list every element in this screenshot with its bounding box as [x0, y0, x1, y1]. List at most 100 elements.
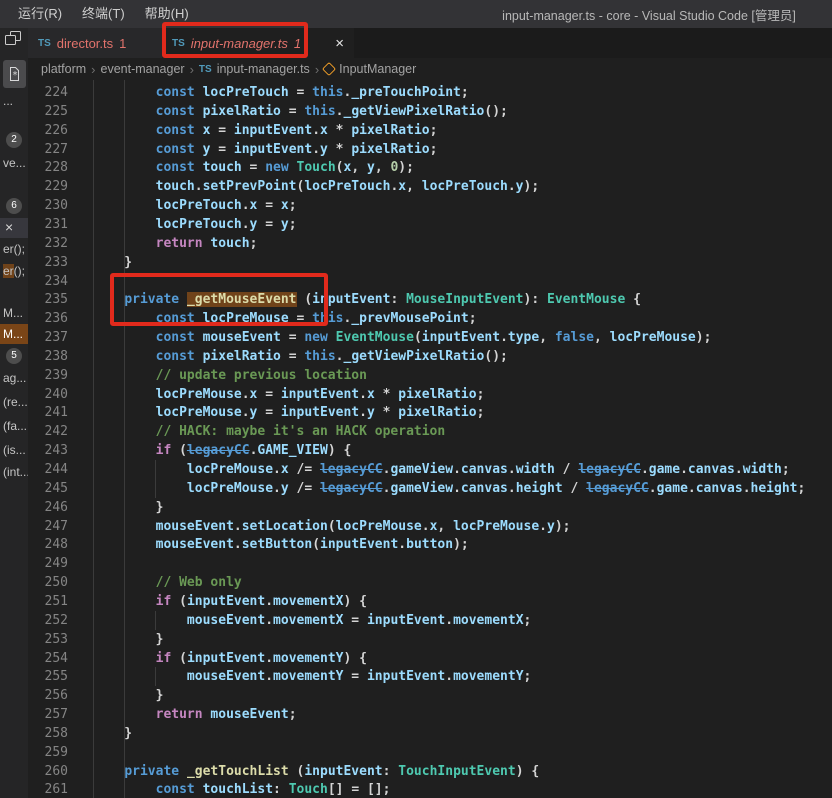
code-line-226[interactable]: 226 const x = inputEvent.x * pixelRatio; [28, 121, 832, 140]
line-number[interactable]: 246 [28, 498, 68, 517]
selected-result-fragment[interactable]: M... [0, 324, 28, 344]
code-line-257[interactable]: 257 return mouseEvent; [28, 705, 832, 724]
code-line-249[interactable]: 249 [28, 554, 832, 573]
code-line-239[interactable]: 239 // update previous location [28, 366, 832, 385]
line-number[interactable]: 234 [28, 272, 68, 291]
line-number[interactable]: 240 [28, 385, 68, 404]
close-icon[interactable]: × [0, 218, 28, 238]
line-number[interactable]: 237 [28, 328, 68, 347]
line-number[interactable]: 256 [28, 686, 68, 705]
code-line-246[interactable]: 246 } [28, 498, 832, 517]
menu-item-help[interactable]: 帮助(H) [135, 0, 199, 28]
code-line-229[interactable]: 229 touch.setPrevPoint(locPreTouch.x, lo… [28, 177, 832, 196]
code-line-240[interactable]: 240 locPreMouse.x = inputEvent.x * pixel… [28, 385, 832, 404]
line-number[interactable]: 236 [28, 309, 68, 328]
new-search-editor-icon[interactable]: * [3, 60, 26, 88]
code-line-244[interactable]: 244 locPreMouse.x /= legacyCC.gameView.c… [28, 460, 832, 479]
code-line-237[interactable]: 237 const mouseEvent = new EventMouse(in… [28, 328, 832, 347]
code-line-233[interactable]: 233 } [28, 253, 832, 272]
line-number[interactable]: 258 [28, 724, 68, 743]
line-number[interactable]: 250 [28, 573, 68, 592]
tab-director[interactable]: TS director.ts 1 [28, 28, 162, 58]
code-line-254[interactable]: 254 if (inputEvent.movementY) { [28, 649, 832, 668]
code-line-234[interactable]: 234 [28, 272, 832, 291]
code-line-258[interactable]: 258 } [28, 724, 832, 743]
code-line-232[interactable]: 232 return touch; [28, 234, 832, 253]
code-line-236[interactable]: 236 const locPreMouse = this._prevMouseP… [28, 309, 832, 328]
search-result-fragment[interactable]: (int... [3, 465, 28, 479]
line-number[interactable]: 243 [28, 441, 68, 460]
line-number[interactable]: 238 [28, 347, 68, 366]
line-number[interactable]: 230 [28, 196, 68, 215]
code-line-256[interactable]: 256 } [28, 686, 832, 705]
code-line-227[interactable]: 227 const y = inputEvent.y * pixelRatio; [28, 140, 832, 159]
close-icon[interactable]: × [335, 36, 344, 51]
line-number[interactable]: 226 [28, 121, 68, 140]
search-result-fragment[interactable]: (re... [3, 395, 28, 409]
code-line-247[interactable]: 247 mouseEvent.setLocation(locPreMouse.x… [28, 517, 832, 536]
line-number[interactable]: 245 [28, 479, 68, 498]
line-number[interactable]: 231 [28, 215, 68, 234]
search-result-fragment[interactable]: ... [3, 94, 13, 108]
code-editor[interactable]: 224 const locPreTouch = this._preTouchPo… [28, 80, 832, 798]
code-line-230[interactable]: 230 locPreTouch.x = x; [28, 196, 832, 215]
code-line-253[interactable]: 253 } [28, 630, 832, 649]
search-result-fragment[interactable]: (is... [3, 443, 26, 457]
match-count-badge[interactable]: 5 [6, 348, 22, 364]
code-line-248[interactable]: 248 mouseEvent.setButton(inputEvent.butt… [28, 535, 832, 554]
code-line-231[interactable]: 231 locPreTouch.y = y; [28, 215, 832, 234]
code-line-224[interactable]: 224 const locPreTouch = this._preTouchPo… [28, 83, 832, 102]
line-number[interactable]: 242 [28, 422, 68, 441]
breadcrumb-item-event-manager[interactable]: event-manager [101, 62, 185, 76]
code-line-228[interactable]: 228 const touch = new Touch(x, y, 0); [28, 158, 832, 177]
code-line-251[interactable]: 251 if (inputEvent.movementX) { [28, 592, 832, 611]
line-number[interactable]: 253 [28, 630, 68, 649]
search-result-fragment[interactable]: ag... [3, 371, 26, 385]
code-line-241[interactable]: 241 locPreMouse.y = inputEvent.y * pixel… [28, 403, 832, 422]
code-line-261[interactable]: 261 const touchList: Touch[] = []; [28, 780, 832, 798]
line-number[interactable]: 249 [28, 554, 68, 573]
line-number[interactable]: 247 [28, 517, 68, 536]
code-line-243[interactable]: 243 if (legacyCC.GAME_VIEW) { [28, 441, 832, 460]
line-number[interactable]: 224 [28, 83, 68, 102]
line-number[interactable]: 255 [28, 667, 68, 686]
line-number[interactable]: 229 [28, 177, 68, 196]
line-number[interactable]: 251 [28, 592, 68, 611]
match-count-badge[interactable]: 6 [6, 198, 22, 214]
code-line-252[interactable]: 252 mouseEvent.movementX = inputEvent.mo… [28, 610, 832, 630]
search-result-fragment[interactable]: er(); [3, 242, 25, 256]
line-number[interactable]: 260 [28, 762, 68, 781]
line-number[interactable]: 241 [28, 403, 68, 422]
code-line-235[interactable]: 235 private _getMouseEvent (inputEvent: … [28, 290, 832, 309]
menu-item-terminal[interactable]: 终端(T) [72, 0, 135, 28]
code-line-250[interactable]: 250 // Web only [28, 573, 832, 592]
line-number[interactable]: 252 [28, 611, 68, 630]
search-match-fragment[interactable]: er(); [3, 264, 25, 278]
line-number[interactable]: 261 [28, 780, 68, 798]
line-number[interactable]: 235 [28, 290, 68, 309]
line-number[interactable]: 239 [28, 366, 68, 385]
code-line-255[interactable]: 255 mouseEvent.movementY = inputEvent.mo… [28, 667, 832, 687]
code-line-238[interactable]: 238 const pixelRatio = this._getViewPixe… [28, 347, 832, 366]
line-number[interactable]: 228 [28, 158, 68, 177]
line-number[interactable]: 248 [28, 535, 68, 554]
line-number[interactable]: 259 [28, 743, 68, 762]
line-number[interactable]: 233 [28, 253, 68, 272]
line-number[interactable]: 225 [28, 102, 68, 121]
code-line-259[interactable]: 259 [28, 743, 832, 762]
line-number[interactable]: 257 [28, 705, 68, 724]
code-line-242[interactable]: 242 // HACK: maybe it's an HACK operatio… [28, 422, 832, 441]
code-line-260[interactable]: 260 private _getTouchList (inputEvent: T… [28, 762, 832, 781]
search-result-fragment[interactable]: (fa... [3, 419, 27, 433]
breadcrumb-item-platform[interactable]: platform [41, 62, 86, 76]
line-number[interactable]: 232 [28, 234, 68, 253]
line-number[interactable]: 244 [28, 460, 68, 479]
breadcrumb-item-inputmanager[interactable]: InputManager [322, 61, 416, 77]
code-line-225[interactable]: 225 const pixelRatio = this._getViewPixe… [28, 102, 832, 121]
match-count-badge[interactable]: 2 [6, 132, 22, 148]
line-number[interactable]: 227 [28, 140, 68, 159]
tab-input-manager[interactable]: TS input-manager.ts 1 × [162, 28, 354, 58]
search-result-fragment[interactable]: M... [3, 306, 23, 320]
breadcrumb-item-input-manager-ts[interactable]: TS input-manager.ts [199, 62, 310, 76]
menu-item-run[interactable]: 运行(R) [8, 0, 72, 28]
